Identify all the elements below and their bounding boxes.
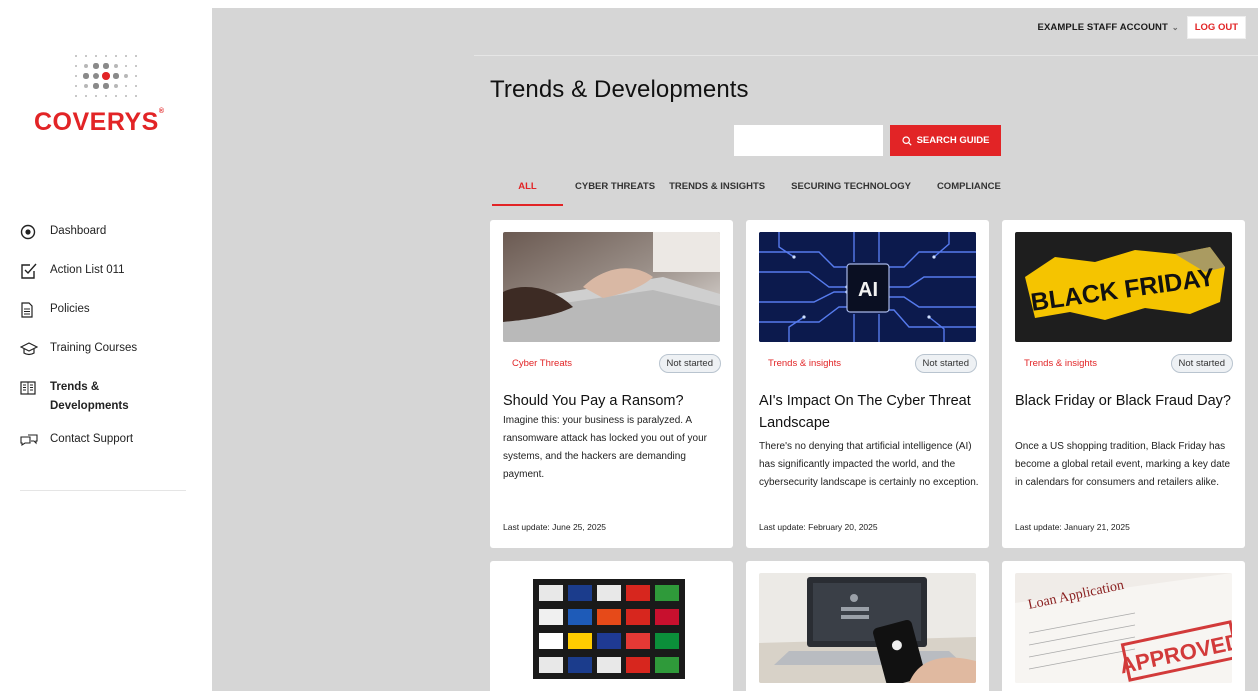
sidebar-item-label-line2: Developments <box>50 400 129 412</box>
top-bar: EXAMPLE STAFF ACCOUNT ⌄ LOG OUT <box>1038 16 1246 39</box>
account-name: EXAMPLE STAFF ACCOUNT <box>1037 22 1168 33</box>
ai-chip-text: AI <box>858 279 878 301</box>
sidebar-item-action-list[interactable]: Action List 011 <box>20 261 190 300</box>
article-title[interactable]: AI's Impact On The Cyber Threat Landscap… <box>759 390 984 434</box>
sidebar-item-label: Training Courses <box>50 342 138 354</box>
search-input[interactable] <box>734 125 883 156</box>
article-category: Trends & insights <box>768 358 842 369</box>
logo-wordmark: COVERYS <box>34 108 159 136</box>
chat-icon <box>20 430 50 450</box>
tab-securing-technology[interactable]: SECURING TECHNOLOGY <box>777 174 923 206</box>
logout-button[interactable]: LOG OUT <box>1186 16 1246 39</box>
sidebar-item-dashboard[interactable]: Dashboard <box>20 222 190 261</box>
article-description: Imagine this: your business is paralyzed… <box>503 415 707 480</box>
article-category: Cyber Threats <box>512 358 573 369</box>
tab-all[interactable]: ALL <box>492 174 563 206</box>
tab-trends-insights[interactable]: TRENDS & INSIGHTS <box>667 174 777 206</box>
graduation-cap-icon <box>20 339 50 359</box>
account-menu[interactable]: EXAMPLE STAFF ACCOUNT ⌄ <box>1038 22 1179 33</box>
article-category: Trends & insights <box>1024 358 1098 369</box>
category-tabs: ALL CYBER THREATS TRENDS & INSIGHTS SECU… <box>492 174 1013 206</box>
sidebar-item-label: Trends & <box>50 381 100 393</box>
sidebar-item-training-courses[interactable]: Training Courses <box>20 339 190 378</box>
checkbox-icon <box>20 261 50 281</box>
sidebar-item-label: Policies <box>50 303 90 315</box>
tab-compliance[interactable]: COMPLIANCE <box>923 174 1013 206</box>
status-badge: Not started <box>914 354 977 373</box>
article-description: Once a US shopping tradition, Black Frid… <box>1015 441 1231 488</box>
article-last-update: Last update: January 21, 2025 <box>1015 522 1130 532</box>
page-title: Trends & Developments <box>490 76 749 103</box>
sidebar-item-label: Action List 011 <box>50 264 125 276</box>
article-card[interactable]: AI Trends & insights Not started AI's Im… <box>746 220 989 548</box>
article-description: There's no denying that artificial intel… <box>759 441 979 488</box>
article-title[interactable]: Should You Pay a Ransom? <box>503 390 728 412</box>
article-image-ai-circuit: AI <box>759 232 976 342</box>
sidebar-item-contact-support[interactable]: Contact Support <box>20 430 190 469</box>
sidebar-item-policies[interactable]: Policies <box>20 300 190 339</box>
article-image-flags-grid <box>503 573 720 683</box>
target-icon <box>20 222 50 242</box>
sidebar-item-trends-developments[interactable]: Trends & Developments <box>20 378 190 430</box>
search-icon <box>901 135 912 146</box>
chevron-down-icon: ⌄ <box>1171 23 1179 32</box>
status-badge: Not started <box>658 354 721 373</box>
sidebar-nav: Dashboard Action List 011 Policies Train… <box>20 222 190 469</box>
coverys-logo[interactable]: COVERYS® <box>34 52 174 137</box>
sidebar-item-label: Contact Support <box>50 433 134 445</box>
article-image-loan-application: Loan Application APPROVED <box>1015 573 1232 683</box>
article-last-update: Last update: June 25, 2025 <box>503 522 607 532</box>
status-badge: Not started <box>1170 354 1233 373</box>
header-divider <box>474 55 1258 56</box>
sidebar-item-label: Dashboard <box>50 225 107 237</box>
article-card[interactable]: Loan Application APPROVED <box>1002 561 1245 691</box>
article-card[interactable]: BLACK FRIDAY Trends & insights Not start… <box>1002 220 1245 548</box>
sidebar: COVERYS® Dashboard Action List 011 Polic… <box>0 0 212 691</box>
article-last-update: Last update: February 20, 2025 <box>759 522 878 532</box>
document-icon <box>20 300 50 320</box>
search-guide-button[interactable]: SEARCH GUIDE <box>890 125 1001 156</box>
article-card[interactable] <box>746 561 989 691</box>
registered-mark: ® <box>158 108 165 115</box>
article-title[interactable]: Black Friday or Black Fraud Day? <box>1015 390 1240 412</box>
sidebar-divider <box>20 490 186 491</box>
article-image-black-friday: BLACK FRIDAY <box>1015 232 1232 342</box>
article-card[interactable] <box>490 561 733 691</box>
article-card[interactable]: Cyber Threats Not started Should You Pay… <box>490 220 733 548</box>
tab-cyber-threats[interactable]: CYBER THREATS <box>563 174 667 206</box>
main-content: EXAMPLE STAFF ACCOUNT ⌄ LOG OUT Trends &… <box>212 8 1258 691</box>
search-button-label: SEARCH GUIDE <box>916 135 990 146</box>
article-image-laptop-phone <box>759 573 976 683</box>
newspaper-icon <box>20 378 50 398</box>
article-image-laptop-typing <box>503 232 720 342</box>
logo-dot-mark <box>72 52 142 100</box>
